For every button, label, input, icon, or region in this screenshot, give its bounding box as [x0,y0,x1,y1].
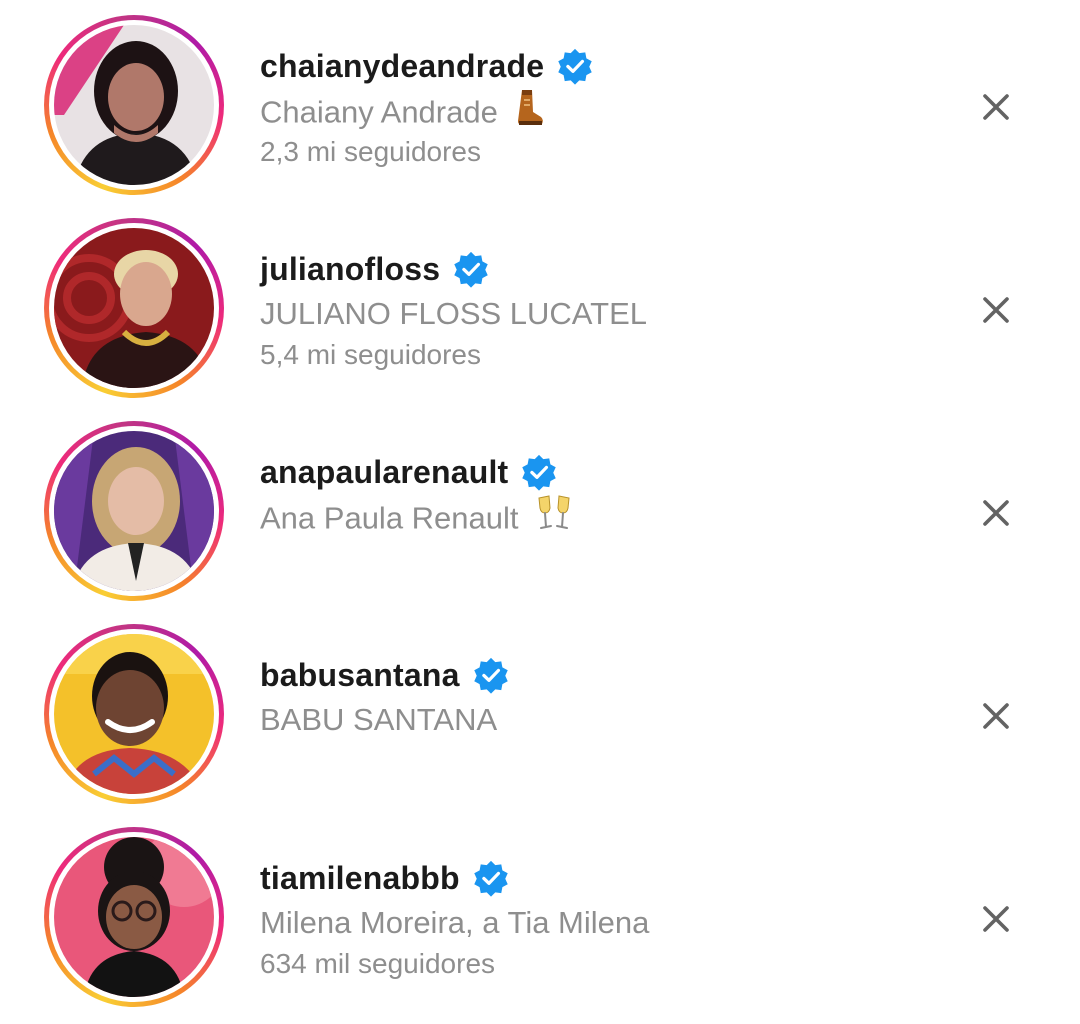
story-ring[interactable] [44,15,224,195]
suggested-account-row[interactable]: julianofloss JULIANO FLOSS LUCATEL 5,4 m… [0,203,1080,406]
dismiss-close-icon[interactable] [976,696,1016,736]
avatar[interactable] [54,25,214,185]
full-name: Milena Moreira, a Tia Milena [260,905,650,940]
verified-badge-icon [472,656,510,694]
boot-emoji [514,88,544,141]
follower-count: 634 mil seguidores [260,948,496,979]
full-name: JULIANO FLOSS LUCATEL [260,296,648,331]
verified-badge-icon [556,47,594,85]
dismiss-close-icon[interactable] [976,899,1016,939]
follower-count: 2,3 mi seguidores [260,136,482,167]
dismiss-close-icon[interactable] [976,290,1016,330]
avatar[interactable] [54,431,214,591]
full-name: Ana Paula Renault [260,500,519,536]
verified-badge-icon [520,453,558,491]
avatar[interactable] [54,837,214,997]
dismiss-close-icon[interactable] [976,493,1016,533]
username[interactable]: tiamilenabbb [260,860,460,897]
follower-count: 5,4 mi seguidores [260,339,482,370]
username[interactable]: anapaularenault [260,454,508,491]
suggested-accounts-list: chaianydeandrade Chaiany Andrade 2,3 mi … [0,0,1080,1024]
avatar[interactable] [54,228,214,388]
verified-badge-icon [472,859,510,897]
full-name: BABU SANTANA [260,702,498,737]
full-name: Chaiany Andrade [260,94,498,130]
story-ring[interactable] [44,421,224,601]
story-ring[interactable] [44,218,224,398]
dismiss-close-icon[interactable] [976,87,1016,127]
suggested-account-row[interactable]: tiamilenabbb Milena Moreira, a Tia Milen… [0,812,1080,1015]
suggested-account-row[interactable]: babusantana BABU SANTANA [0,609,1080,812]
username[interactable]: chaianydeandrade [260,48,544,85]
username[interactable]: julianofloss [260,251,440,288]
story-ring[interactable] [44,827,224,1007]
verified-badge-icon [452,250,490,288]
story-ring[interactable] [44,624,224,804]
suggested-account-row[interactable]: anapaularenault Ana Paula Renault [0,406,1080,609]
champagne-emoji [535,494,573,547]
avatar[interactable] [54,634,214,794]
username[interactable]: babusantana [260,657,460,694]
suggested-account-row[interactable]: chaianydeandrade Chaiany Andrade 2,3 mi … [0,0,1080,203]
